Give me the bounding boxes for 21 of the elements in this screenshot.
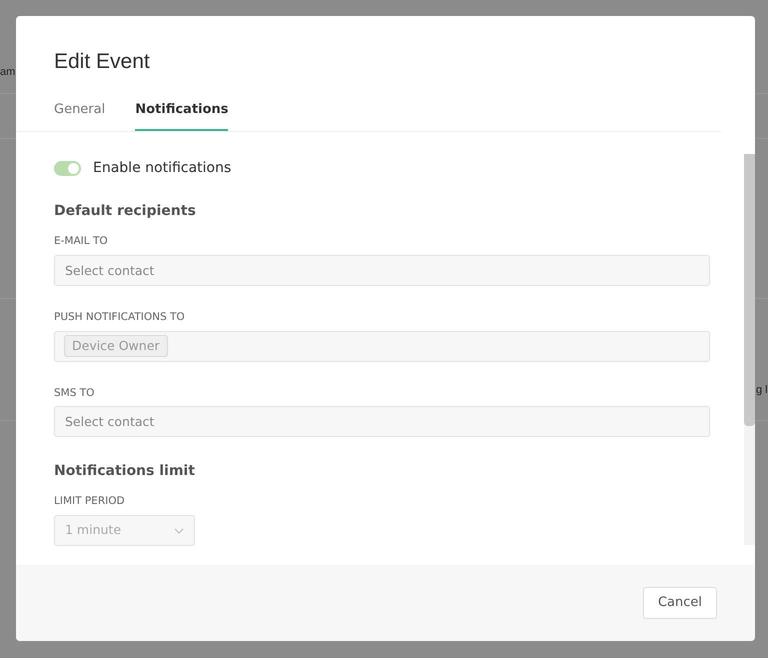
scrollbar[interactable]: [744, 154, 755, 545]
cancel-button[interactable]: Cancel: [642, 587, 717, 619]
background-text: am: [0, 65, 16, 80]
tab[interactable]: Notifications: [135, 100, 228, 131]
input-field[interactable]: Device Owner: [54, 330, 710, 362]
scrollbar-thumb[interactable]: [744, 154, 755, 426]
background-text: g l: [756, 383, 768, 398]
tab[interactable]: General: [54, 100, 106, 131]
chevron-down-icon: [174, 528, 184, 534]
field-label: E-MAIL TO: [54, 234, 109, 249]
toggle-switch[interactable]: [54, 161, 81, 176]
field-label: SMS TO: [54, 386, 96, 400]
field-label: PUSH NOTIFICATIONS TO: [54, 310, 186, 325]
input-field[interactable]: Select contact: [54, 406, 710, 438]
tag: Device Owner: [64, 334, 168, 358]
toggle-label: Enable notifications: [93, 159, 232, 178]
section-heading: Default recipients: [54, 202, 197, 221]
dialog-title: Edit Event: [54, 49, 151, 75]
field-label: LIMIT PERIOD: [54, 494, 126, 510]
input-field[interactable]: Select contact: [54, 254, 710, 286]
section-heading: Notifications limit: [54, 462, 196, 482]
